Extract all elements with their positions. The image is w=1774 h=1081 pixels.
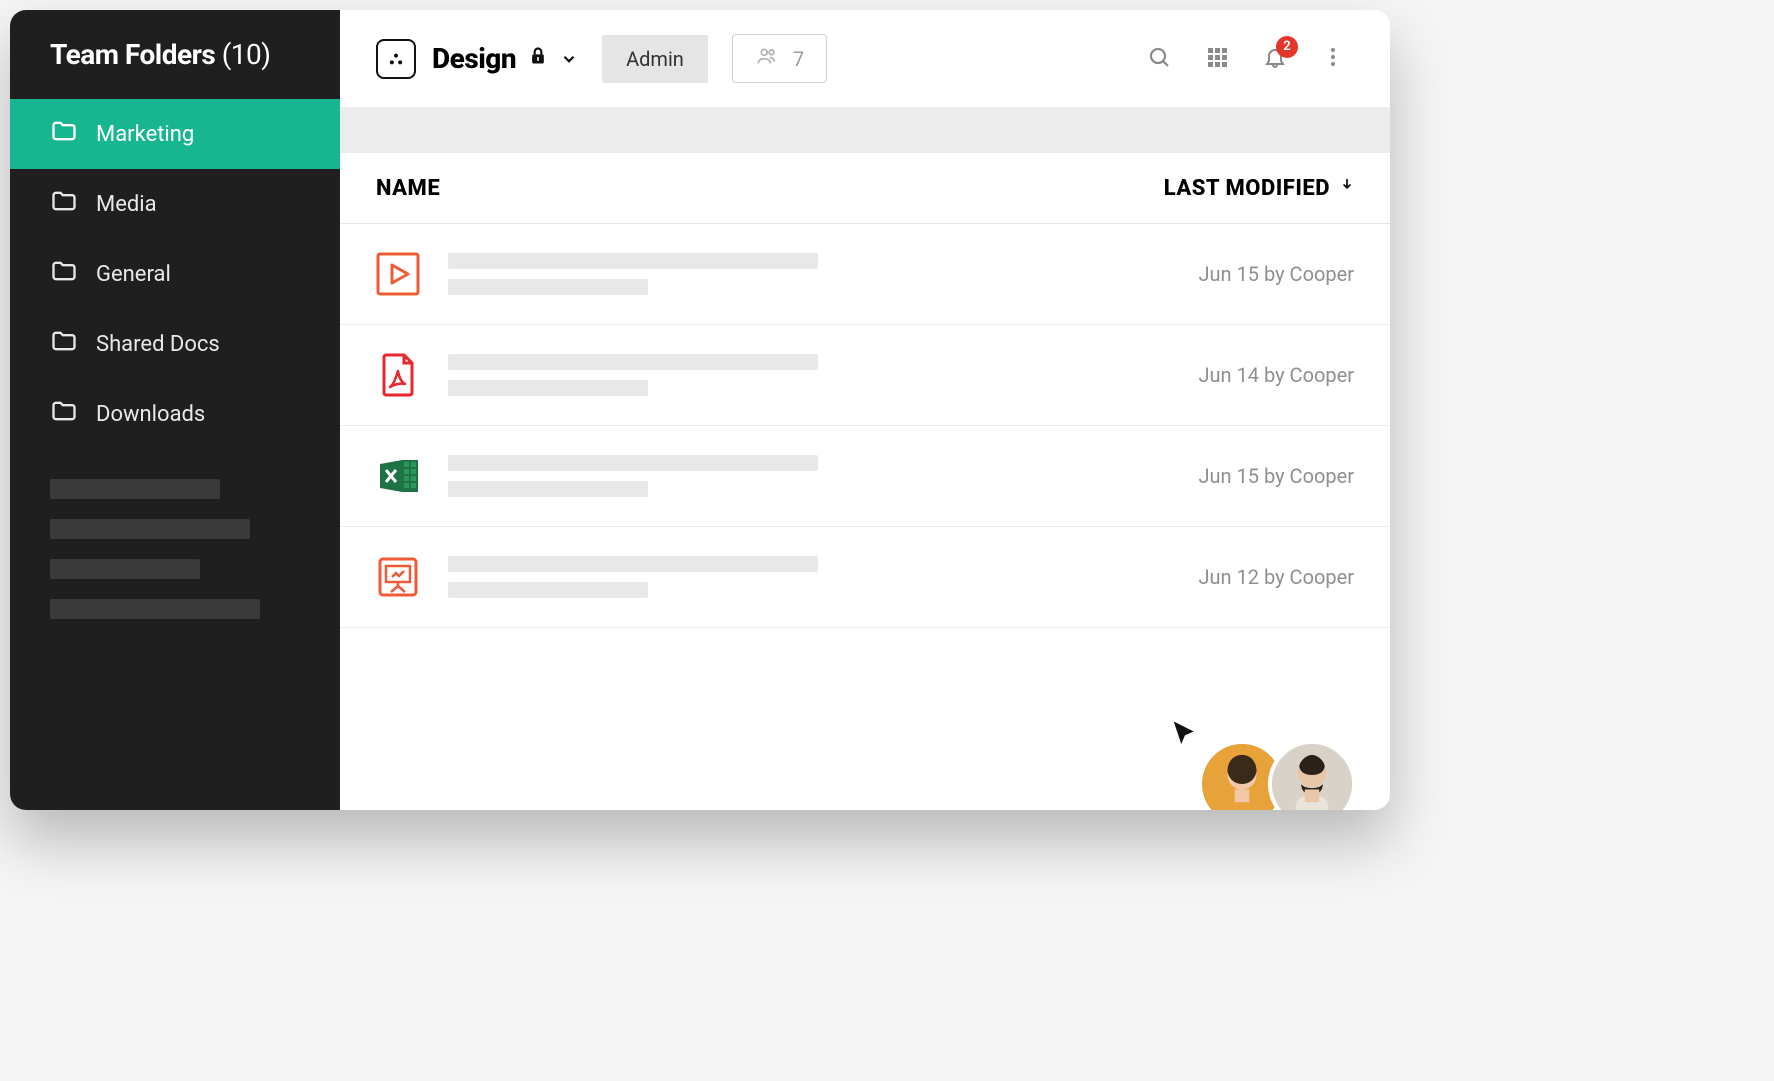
- breadcrumb-folder-icon[interactable]: [376, 39, 416, 79]
- role-label: Admin: [626, 47, 684, 71]
- toolbar-strip: [340, 107, 1390, 153]
- file-name-placeholder: [448, 556, 1171, 598]
- chevron-down-icon: [560, 42, 578, 75]
- folder-icon: [50, 187, 78, 221]
- breadcrumb-title: Design: [432, 42, 516, 75]
- people-chip[interactable]: 7: [732, 34, 827, 83]
- file-modified: Jun 15 by Cooper: [1199, 464, 1355, 488]
- sidebar-list: Marketing Media General Shared Docs: [10, 99, 340, 449]
- placeholder-line: [448, 354, 818, 370]
- search-button[interactable]: [1138, 38, 1180, 80]
- folder-icon: [50, 257, 78, 291]
- avatar[interactable]: [1268, 740, 1356, 810]
- column-name[interactable]: NAME: [376, 176, 1164, 201]
- file-name-placeholder: [448, 455, 1171, 497]
- grid-icon: [1205, 45, 1229, 73]
- sidebar-title: Team Folders (10): [10, 38, 340, 99]
- app-window: Team Folders (10) Marketing Media Gene: [10, 10, 1390, 810]
- file-modified: Jun 15 by Cooper: [1199, 262, 1355, 286]
- more-button[interactable]: [1312, 38, 1354, 80]
- sidebar-item-shared-docs[interactable]: Shared Docs: [10, 309, 340, 379]
- sidebar-title-text: Team Folders: [50, 38, 215, 71]
- excel-file-icon: [376, 454, 420, 498]
- sidebar-item-label: Downloads: [96, 402, 300, 427]
- file-modified: Jun 12 by Cooper: [1199, 565, 1355, 589]
- placeholder-bar: [50, 519, 250, 539]
- sort-down-icon: [1340, 175, 1354, 201]
- folder-icon: [50, 327, 78, 361]
- main-panel: Design Admin 7: [340, 10, 1390, 810]
- file-row[interactable]: Jun 15 by Cooper: [340, 426, 1390, 527]
- file-row[interactable]: Jun 12 by Cooper: [340, 527, 1390, 628]
- placeholder-line: [448, 582, 648, 598]
- sidebar-item-label: Marketing: [96, 122, 300, 147]
- notification-badge: 2: [1276, 36, 1298, 58]
- sidebar-item-label: Shared Docs: [96, 332, 300, 357]
- lock-icon: [528, 42, 548, 75]
- placeholder-bar: [50, 559, 200, 579]
- sidebar-placeholder-group: [10, 449, 340, 649]
- file-row[interactable]: Jun 15 by Cooper: [340, 224, 1390, 325]
- sidebar-item-media[interactable]: Media: [10, 169, 340, 239]
- column-header: NAME LAST MODIFIED: [340, 153, 1390, 224]
- placeholder-line: [448, 279, 648, 295]
- presence-avatars: [1216, 740, 1356, 810]
- file-name-placeholder: [448, 253, 1171, 295]
- apps-grid-button[interactable]: [1196, 38, 1238, 80]
- file-name-placeholder: [448, 354, 1171, 396]
- placeholder-line: [448, 380, 648, 396]
- people-count: 7: [793, 47, 804, 71]
- presentation-file-icon: [376, 555, 420, 599]
- sidebar-item-marketing[interactable]: Marketing: [10, 99, 340, 169]
- placeholder-line: [448, 455, 818, 471]
- people-icon: [755, 45, 779, 72]
- column-last-modified[interactable]: LAST MODIFIED: [1164, 175, 1354, 201]
- pdf-file-icon: [376, 353, 420, 397]
- search-icon: [1147, 45, 1171, 73]
- placeholder-line: [448, 481, 648, 497]
- file-row[interactable]: Jun 14 by Cooper: [340, 325, 1390, 426]
- more-vertical-icon: [1321, 45, 1345, 73]
- sidebar-item-downloads[interactable]: Downloads: [10, 379, 340, 449]
- sidebar-item-general[interactable]: General: [10, 239, 340, 309]
- file-modified: Jun 14 by Cooper: [1199, 363, 1355, 387]
- sidebar: Team Folders (10) Marketing Media Gene: [10, 10, 340, 810]
- placeholder-line: [448, 556, 818, 572]
- folder-icon: [50, 397, 78, 431]
- placeholder-bar: [50, 599, 260, 619]
- notifications-button[interactable]: 2: [1254, 38, 1296, 80]
- topbar: Design Admin 7: [340, 10, 1390, 107]
- placeholder-line: [448, 253, 818, 269]
- sidebar-item-label: General: [96, 262, 300, 287]
- sidebar-item-label: Media: [96, 192, 300, 217]
- placeholder-bar: [50, 479, 220, 499]
- video-file-icon: [376, 252, 420, 296]
- column-modified-label: LAST MODIFIED: [1164, 176, 1330, 201]
- folder-icon: [50, 117, 78, 151]
- breadcrumb-title-group[interactable]: Design: [432, 42, 578, 75]
- sidebar-title-count: (10): [222, 38, 271, 71]
- role-chip[interactable]: Admin: [602, 35, 708, 83]
- cursor-pointer-icon: [1170, 718, 1200, 754]
